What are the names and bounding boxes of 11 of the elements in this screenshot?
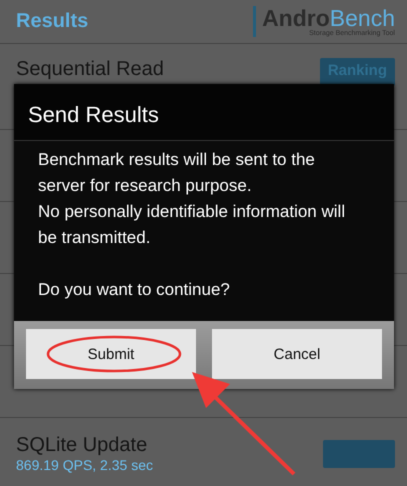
screen-title: Results	[16, 10, 88, 33]
ranking-button[interactable]	[323, 440, 395, 468]
benchmark-name: Sequential Read	[16, 58, 164, 81]
benchmark-result: 869.19 QPS, 2.35 sec	[16, 457, 153, 473]
dialog-title: Send Results	[14, 84, 394, 141]
benchmark-name: SQLite Update	[16, 434, 148, 457]
dialog-message: No personally identifiable information will be transmitted.	[38, 201, 346, 249]
dialog-button[interactable]: Cancel	[212, 329, 382, 379]
dialog-message: Benchmark results will be sent to the server for research purpose.	[38, 149, 316, 197]
dialog-button[interactable]: Submit	[26, 329, 196, 379]
dialog-question: Do you want to continue?	[38, 279, 231, 301]
